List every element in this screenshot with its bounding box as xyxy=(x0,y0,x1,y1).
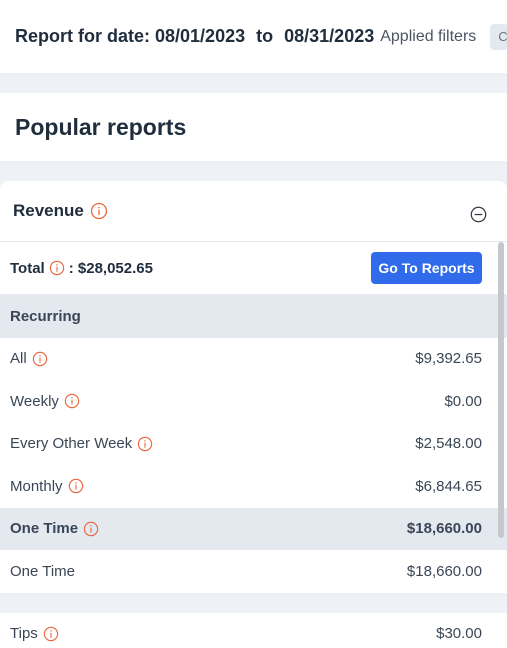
report-date-prefix: Report for date: xyxy=(15,26,150,46)
revenue-total-row: Total : $28,052.65 Go To Reports xyxy=(0,242,507,295)
applied-filters-label: Applied filters xyxy=(380,27,477,45)
info-icon[interactable] xyxy=(83,521,99,537)
list-item: Tips $30.00 xyxy=(0,613,507,648)
revenue-title: Revenue xyxy=(13,201,84,220)
total-value: : $28,052.65 xyxy=(68,259,153,277)
scrollbar[interactable] xyxy=(498,242,504,538)
list-item: One Time $18,660.00 xyxy=(0,550,507,593)
filter-chip[interactable]: C xyxy=(490,23,507,50)
report-header: Report for date: 08/01/2023 to 08/31/202… xyxy=(0,0,507,73)
popular-reports-header: Popular reports xyxy=(0,93,507,161)
info-icon[interactable] xyxy=(43,626,59,642)
row-label: Monthly xyxy=(10,477,63,495)
row-label: All xyxy=(10,350,27,368)
info-icon[interactable] xyxy=(32,351,48,367)
revenue-card: Revenue Total : $28,052.65 Go To Reports… xyxy=(0,181,507,648)
popular-reports-title: Popular reports xyxy=(15,113,187,140)
date-from: 08/01/2023 xyxy=(155,26,246,46)
info-icon[interactable] xyxy=(137,436,153,452)
row-label: Every Other Week xyxy=(10,435,133,453)
row-value: $6,844.65 xyxy=(415,477,482,495)
list-item: Monthly $6,844.65 xyxy=(0,465,507,508)
date-to: 08/31/2023 xyxy=(284,26,375,46)
info-icon[interactable] xyxy=(49,260,65,276)
row-value: $18,660.00 xyxy=(406,520,482,538)
date-to-word: to xyxy=(256,26,274,46)
total-label: Total xyxy=(10,259,45,277)
row-value: $9,392.65 xyxy=(415,350,482,368)
report-date-range: Report for date: 08/01/2023 to 08/31/202… xyxy=(15,26,374,47)
row-value: $18,660.00 xyxy=(406,562,482,580)
list-item: Weekly $0.00 xyxy=(0,380,507,423)
go-to-reports-button[interactable]: Go To Reports xyxy=(371,252,482,284)
info-icon[interactable] xyxy=(64,393,80,409)
row-value: $30.00 xyxy=(436,625,482,643)
recurring-section-row: Recurring xyxy=(0,295,507,338)
recurring-section-label: Recurring xyxy=(10,307,81,325)
section-divider xyxy=(0,592,507,613)
row-label: One Time xyxy=(10,562,76,580)
list-item: Every Other Week $2,548.00 xyxy=(0,423,507,466)
minus-circle-icon[interactable] xyxy=(470,206,487,223)
revenue-card-header: Revenue xyxy=(0,181,507,242)
info-icon[interactable] xyxy=(68,478,84,494)
revenue-rows: Recurring All $9,392.65 Weekly $0.00 Eve… xyxy=(0,295,507,648)
row-label: Weekly xyxy=(10,392,59,410)
row-value: $0.00 xyxy=(444,392,482,410)
one-time-section-row: One Time $18,660.00 xyxy=(0,507,507,550)
row-label: Tips xyxy=(10,625,38,643)
info-icon[interactable] xyxy=(90,202,108,220)
row-value: $2,548.00 xyxy=(415,435,482,453)
row-label: One Time xyxy=(10,520,79,538)
list-item: All $9,392.65 xyxy=(0,338,507,381)
